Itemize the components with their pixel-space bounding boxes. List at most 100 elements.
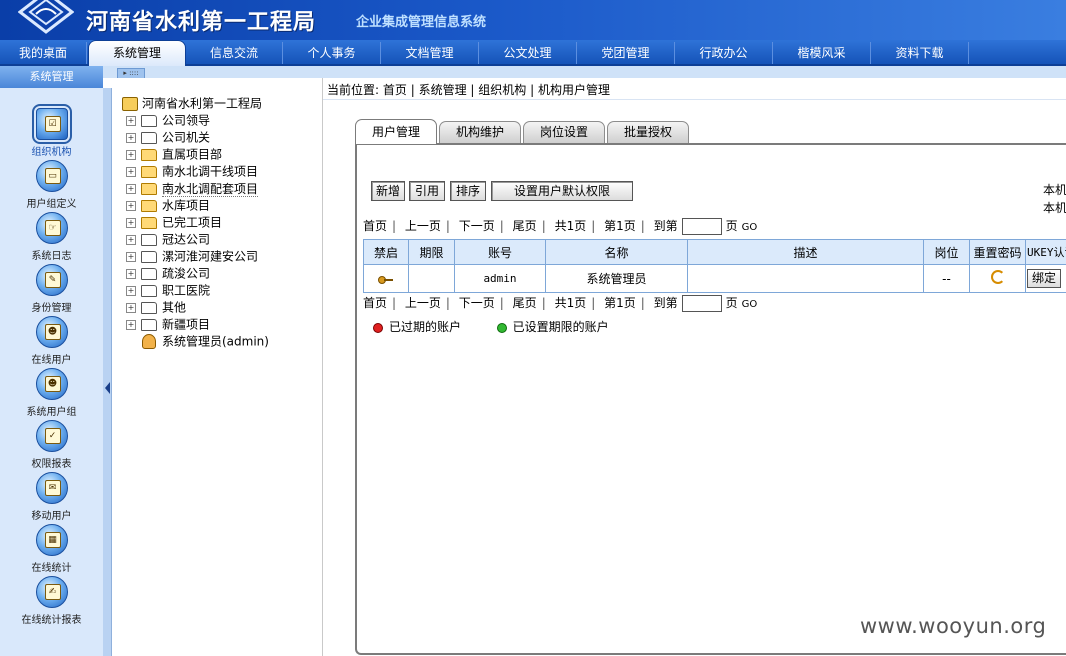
expand-icon[interactable]: + — [126, 268, 136, 279]
tab-org-maintenance[interactable]: 机构维护 — [439, 121, 521, 143]
org-title: 河南省水利第一工程局 — [86, 9, 317, 35]
tree-root[interactable]: 河南省水利第一工程局 — [122, 95, 262, 111]
nav-tab-party-management[interactable]: 党团管理 — [577, 42, 675, 64]
col-header-enable: 禁启 — [363, 239, 409, 265]
tab-batch-authorization[interactable]: 批量授权 — [607, 121, 689, 143]
tree-node[interactable]: + 疏浚公司 — [126, 265, 210, 281]
tree-node[interactable]: + 冠达公司 — [126, 231, 210, 247]
folder-icon — [141, 216, 157, 229]
pager-next[interactable]: 下一页 — [459, 219, 495, 233]
pager-next[interactable]: 下一页 — [459, 296, 495, 310]
tab-user-management[interactable]: 用户管理 — [355, 119, 437, 144]
pager-current: 第1页 — [604, 219, 636, 233]
tree-node[interactable]: + 其他 — [126, 299, 186, 315]
default-permission-button[interactable]: 设置用户默认权限 — [491, 181, 633, 201]
tree-node[interactable]: + 已完工项目 — [126, 214, 222, 230]
tree-node[interactable]: + 南水北调配套项目 — [126, 180, 259, 197]
expand-icon[interactable]: + — [126, 251, 136, 262]
nav-tab-system-management[interactable]: 系统管理 — [88, 40, 186, 66]
reset-password-icon[interactable] — [990, 270, 1005, 284]
go-button[interactable]: GO — [742, 299, 758, 310]
folder-icon — [141, 250, 157, 263]
breadcrumb-item-org[interactable]: 组织机构 — [478, 83, 526, 97]
tree-user-node[interactable]: 系统管理员(admin) — [142, 333, 269, 349]
right-note: 本机 本机 — [1043, 183, 1066, 215]
col-header-desc: 描述 — [687, 239, 924, 265]
pager-last[interactable]: 尾页 — [513, 296, 537, 310]
pager-prev[interactable]: 上一页 — [405, 219, 441, 233]
expand-icon[interactable]: + — [126, 234, 136, 245]
sidebar-item-online-users[interactable]: ☻ 在线用户 — [0, 316, 103, 366]
col-header-reset: 重置密码 — [969, 239, 1026, 265]
pager-prev[interactable]: 上一页 — [405, 296, 441, 310]
system-user-group-icon: ☻ — [35, 368, 68, 400]
pager-first[interactable]: 首页 — [363, 296, 387, 310]
sidebar-item-system-log[interactable]: ☞ 系统日志 — [0, 212, 103, 262]
sidebar-item-online-stats-report[interactable]: ✍ 在线统计报表 — [0, 576, 103, 626]
nav-tab-personal-affairs[interactable]: 个人事务 — [283, 42, 381, 64]
pager-top: 首页 | 上一页 | 下一页 | 尾页 | 共1页 | 第1页 | 到第页 GO — [363, 218, 758, 235]
tree-node[interactable]: + 职工医院 — [126, 282, 210, 298]
expand-icon[interactable]: + — [126, 302, 136, 313]
expand-icon[interactable]: + — [126, 183, 136, 194]
sidebar-item-user-group[interactable]: ▭ 用户组定义 — [0, 160, 103, 210]
breadcrumb-item-system[interactable]: 系统管理 — [419, 83, 467, 97]
pager-current: 第1页 — [604, 296, 636, 310]
pager-first[interactable]: 首页 — [363, 219, 387, 233]
col-header-post: 岗位 — [923, 239, 970, 265]
key-icon[interactable] — [378, 275, 394, 284]
expand-icon[interactable]: + — [126, 217, 136, 228]
col-header-account: 账号 — [454, 239, 546, 265]
table-header-row: 禁启 期限 账号 名称 描述 岗位 重置密码 UKEY认证 — [363, 239, 1066, 265]
tree-node[interactable]: + 公司领导 — [126, 112, 210, 128]
pager-last[interactable]: 尾页 — [513, 219, 537, 233]
expand-icon[interactable]: + — [126, 319, 136, 330]
page-number-input[interactable] — [681, 218, 722, 235]
nav-tab-info-exchange[interactable]: 信息交流 — [186, 42, 283, 64]
tree-node[interactable]: + 公司机关 — [126, 129, 210, 145]
nav-tab-official-documents[interactable]: 公文处理 — [479, 42, 577, 64]
folder-icon — [141, 199, 157, 212]
expand-icon[interactable]: + — [126, 200, 136, 211]
nav-tab-downloads[interactable]: 资料下载 — [871, 42, 969, 64]
bind-ukey-button[interactable]: 绑定 — [1027, 269, 1062, 288]
pager-total: 共1页 — [554, 219, 587, 233]
page-number-input[interactable] — [681, 295, 722, 312]
app-header: 河南省水利第一工程局 企业集成管理信息系统 — [0, 0, 1066, 40]
tab-post-settings[interactable]: 岗位设置 — [523, 121, 605, 143]
expand-icon[interactable]: + — [126, 149, 136, 160]
collapse-arrow-icon[interactable] — [105, 382, 110, 394]
tree-node[interactable]: + 水库项目 — [126, 197, 210, 213]
expand-icon[interactable]: + — [126, 115, 136, 126]
expand-icon[interactable]: + — [126, 132, 136, 143]
nav-tab-administration[interactable]: 行政办公 — [675, 42, 773, 64]
expand-icon[interactable]: + — [126, 285, 136, 296]
expand-icon[interactable]: + — [126, 166, 136, 177]
folder-icon — [141, 267, 157, 280]
tree-node[interactable]: + 直属项目部 — [126, 146, 222, 162]
nav-tab-desktop[interactable]: 我的桌面 — [0, 42, 87, 64]
cell-name: 系统管理员 — [545, 264, 688, 293]
online-users-icon: ☻ — [35, 316, 68, 348]
sidebar-item-org-structure[interactable]: ☑ 组织机构 — [0, 104, 103, 158]
add-button[interactable]: 新增 — [371, 181, 405, 201]
org-structure-icon: ☑ — [31, 104, 72, 144]
sidebar-item-system-user-group[interactable]: ☻ 系统用户组 — [0, 368, 103, 418]
col-header-ukey: UKEY认证 — [1025, 239, 1066, 265]
go-button[interactable]: GO — [742, 222, 758, 233]
tree-node[interactable]: + 新疆项目 — [126, 316, 210, 332]
online-stats-report-icon: ✍ — [35, 576, 68, 608]
tree-node[interactable]: + 漯河淮河建安公司 — [126, 248, 258, 264]
reference-button[interactable]: 引用 — [409, 181, 445, 201]
sidebar-item-online-stats[interactable]: ▦ 在线统计 — [0, 524, 103, 574]
nav-tab-document-management[interactable]: 文档管理 — [381, 42, 479, 64]
breadcrumb-item-home[interactable]: 首页 — [383, 83, 407, 97]
sidebar-item-mobile-user[interactable]: ✉ 移动用户 — [0, 472, 103, 522]
sort-button[interactable]: 排序 — [450, 181, 486, 201]
sidebar-item-identity[interactable]: ✎ 身份管理 — [0, 264, 103, 314]
col-header-name: 名称 — [545, 239, 688, 265]
sidebar-item-permission-report[interactable]: ✓ 权限报表 — [0, 420, 103, 470]
nav-tab-role-models[interactable]: 楷模风采 — [773, 42, 871, 64]
tree-node[interactable]: + 南水北调干线项目 — [126, 163, 258, 179]
sidebar-splitter[interactable] — [103, 88, 112, 656]
